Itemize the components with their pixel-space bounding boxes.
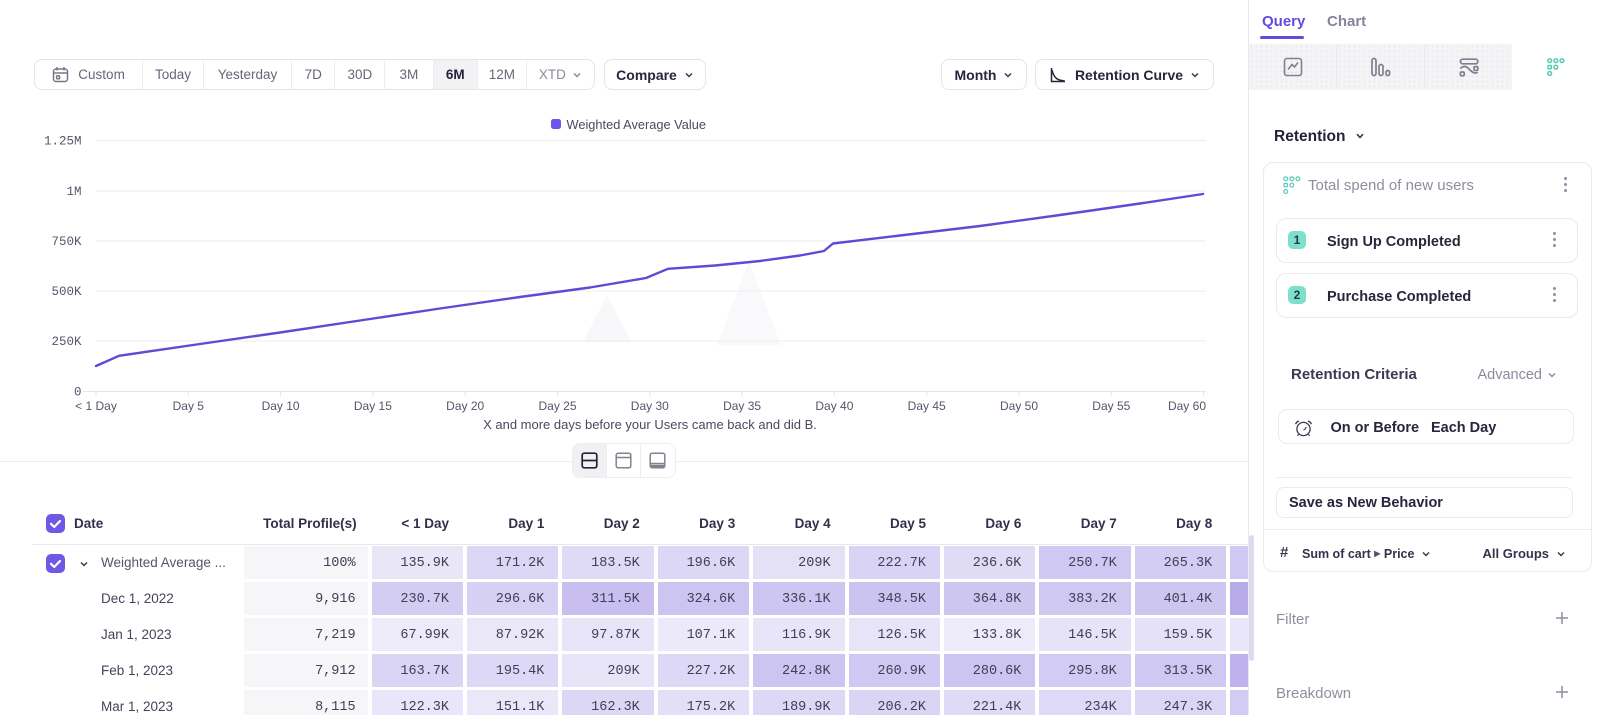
svg-text:Day 50: Day 50 (1000, 399, 1038, 413)
svg-text:500K: 500K (51, 285, 82, 299)
svg-text:0: 0 (74, 386, 82, 400)
svg-text:1.25M: 1.25M (44, 135, 82, 149)
svg-text:Day 30: Day 30 (631, 399, 669, 413)
svg-text:250K: 250K (51, 335, 82, 349)
svg-text:Day 60: Day 60 (1168, 399, 1206, 413)
svg-text:Day 5: Day 5 (173, 399, 205, 413)
svg-text:Day 40: Day 40 (815, 399, 853, 413)
svg-text:Day 15: Day 15 (354, 399, 392, 413)
svg-text:Day 45: Day 45 (908, 399, 946, 413)
svg-text:X and more days before your Us: X and more days before your Users came b… (483, 417, 817, 432)
svg-text:750K: 750K (51, 235, 82, 249)
svg-text:Day 35: Day 35 (723, 399, 761, 413)
svg-text:Day 55: Day 55 (1092, 399, 1130, 413)
svg-text:Day 20: Day 20 (446, 399, 484, 413)
svg-text:Day 10: Day 10 (262, 399, 300, 413)
svg-text:Day 25: Day 25 (538, 399, 576, 413)
svg-text:1M: 1M (66, 185, 81, 199)
svg-text:< 1 Day: < 1 Day (75, 399, 117, 413)
